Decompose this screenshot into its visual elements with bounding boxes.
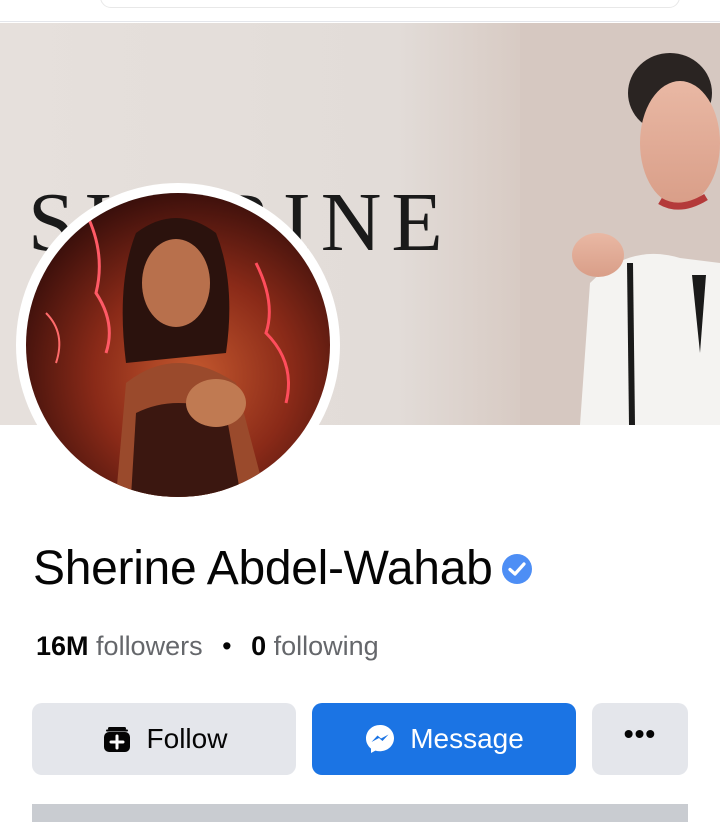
- profile-avatar-image: [26, 193, 330, 497]
- followers-label[interactable]: followers: [96, 631, 203, 661]
- top-bar: [0, 0, 720, 22]
- more-options-button[interactable]: •••: [592, 703, 688, 775]
- profile-name: Sherine Abdel-Wahab: [33, 542, 493, 595]
- follow-label: Follow: [146, 723, 228, 754]
- cover-person-image: [520, 23, 720, 425]
- search-bar-edge[interactable]: [100, 0, 680, 8]
- verified-badge-icon: [501, 553, 533, 585]
- section-divider: [32, 804, 688, 822]
- message-button[interactable]: Message: [312, 703, 576, 775]
- profile-picture[interactable]: [16, 183, 340, 507]
- stats-separator: •: [222, 631, 232, 661]
- following-count[interactable]: 0: [251, 631, 266, 661]
- more-dots-icon: •••: [623, 718, 657, 749]
- followers-count[interactable]: 16M: [36, 631, 89, 661]
- profile-name-row: Sherine Abdel-Wahab: [33, 538, 533, 600]
- follow-button[interactable]: Follow: [32, 703, 296, 775]
- avatar-illustration: [45, 212, 290, 497]
- follow-stats: 16M followers • 0 following: [36, 628, 379, 664]
- add-friend-icon: [101, 723, 133, 755]
- messenger-icon: [364, 723, 396, 755]
- message-label: Message: [410, 723, 524, 754]
- following-label[interactable]: following: [274, 631, 379, 661]
